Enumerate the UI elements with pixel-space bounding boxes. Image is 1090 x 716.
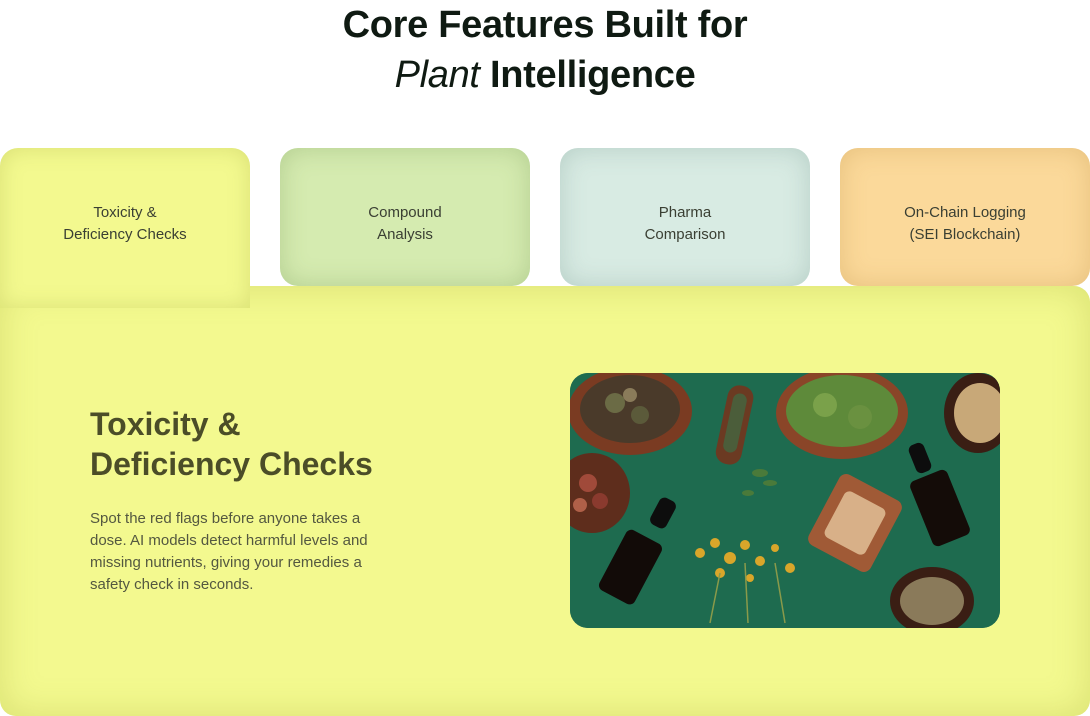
section-heading: Core Features Built for Plant Intelligen… (0, 0, 1090, 100)
tab-label: Toxicity & Deficiency Checks (63, 204, 187, 243)
tab-compound-analysis[interactable]: Compound Analysis (280, 148, 530, 286)
herbs-photo (570, 373, 1000, 628)
herbs-illustration (570, 373, 1000, 628)
tab-label: On-Chain Logging (SEI Blockchain) (904, 204, 1026, 243)
tab-toxicity-deficiency[interactable]: Toxicity & Deficiency Checks (0, 148, 250, 308)
heading-line-2: Plant Intelligence (0, 50, 1090, 100)
tab-pharma-comparison[interactable]: Pharma Comparison (560, 148, 810, 286)
panel-title: Toxicity & Deficiency Checks (90, 406, 373, 482)
heading-italic-word: Plant (394, 54, 480, 96)
tab-label: Compound Analysis (368, 204, 442, 243)
heading-line-2-rest: Intelligence (479, 54, 696, 96)
panel-description: Spot the red flags before anyone takes a… (90, 510, 368, 593)
tab-label: Pharma Comparison (644, 204, 726, 243)
tab-on-chain-logging[interactable]: On-Chain Logging (SEI Blockchain) (840, 148, 1090, 286)
heading-line-1: Core Features Built for (342, 4, 748, 46)
